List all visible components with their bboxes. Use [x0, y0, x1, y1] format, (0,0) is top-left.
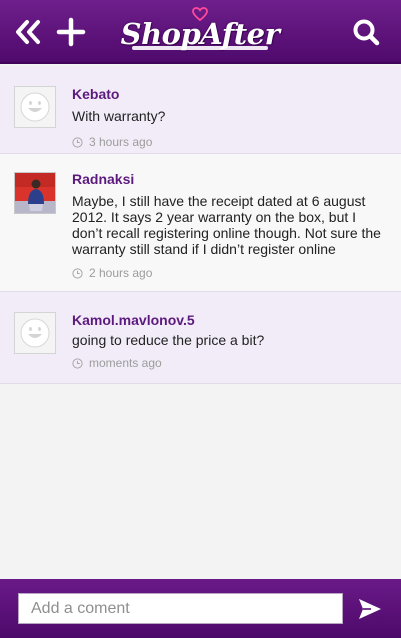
comment-composer	[0, 579, 401, 638]
comment-item: Kebato With warranty? 3 hours ago	[0, 66, 401, 154]
comment-author[interactable]: Radnaksi	[72, 170, 387, 188]
comment-author[interactable]: Kebato	[72, 85, 387, 103]
search-icon	[353, 19, 380, 46]
avatar[interactable]	[14, 86, 56, 128]
add-button[interactable]	[53, 14, 89, 50]
back-button[interactable]	[10, 14, 46, 50]
clock-icon	[72, 267, 83, 279]
face-placeholder-icon	[20, 92, 50, 122]
comment-text: Maybe, I still have the receipt dated at…	[72, 193, 381, 257]
user-photo	[15, 173, 55, 213]
avatar[interactable]	[14, 172, 56, 214]
logo-underline	[132, 46, 268, 50]
comment-time-label: moments ago	[89, 356, 162, 370]
comment-text: With warranty?	[72, 108, 166, 124]
comment-item: Radnaksi Maybe, I still have the receipt…	[0, 154, 401, 292]
comment-time-label: 2 hours ago	[89, 266, 153, 280]
comment-text: going to reduce the price a bit?	[72, 332, 265, 348]
comment-list: Kebato With warranty? 3 hours ago Radnak…	[0, 66, 401, 384]
clock-icon	[72, 136, 83, 148]
avatar[interactable]	[14, 312, 56, 354]
comment-author[interactable]: Kamol.mavlonov.5	[72, 311, 387, 329]
comment-time: moments ago	[72, 356, 387, 370]
comment-time-label: 3 hours ago	[89, 135, 153, 149]
heart-icon	[192, 7, 208, 21]
clock-icon	[72, 357, 83, 369]
face-placeholder-icon	[20, 318, 50, 348]
comment-item: Kamol.mavlonov.5 going to reduce the pri…	[0, 292, 401, 384]
comment-input[interactable]	[18, 593, 343, 624]
send-button[interactable]	[352, 591, 388, 627]
send-icon	[359, 599, 381, 619]
app-logo[interactable]: ShopAfter	[120, 6, 280, 58]
search-button[interactable]	[348, 14, 384, 50]
top-bar: ShopAfter	[0, 0, 401, 64]
double-chevron-left-icon	[16, 20, 40, 44]
comment-time: 2 hours ago	[72, 266, 387, 280]
comment-time: 3 hours ago	[72, 135, 387, 149]
plus-icon	[56, 17, 86, 47]
